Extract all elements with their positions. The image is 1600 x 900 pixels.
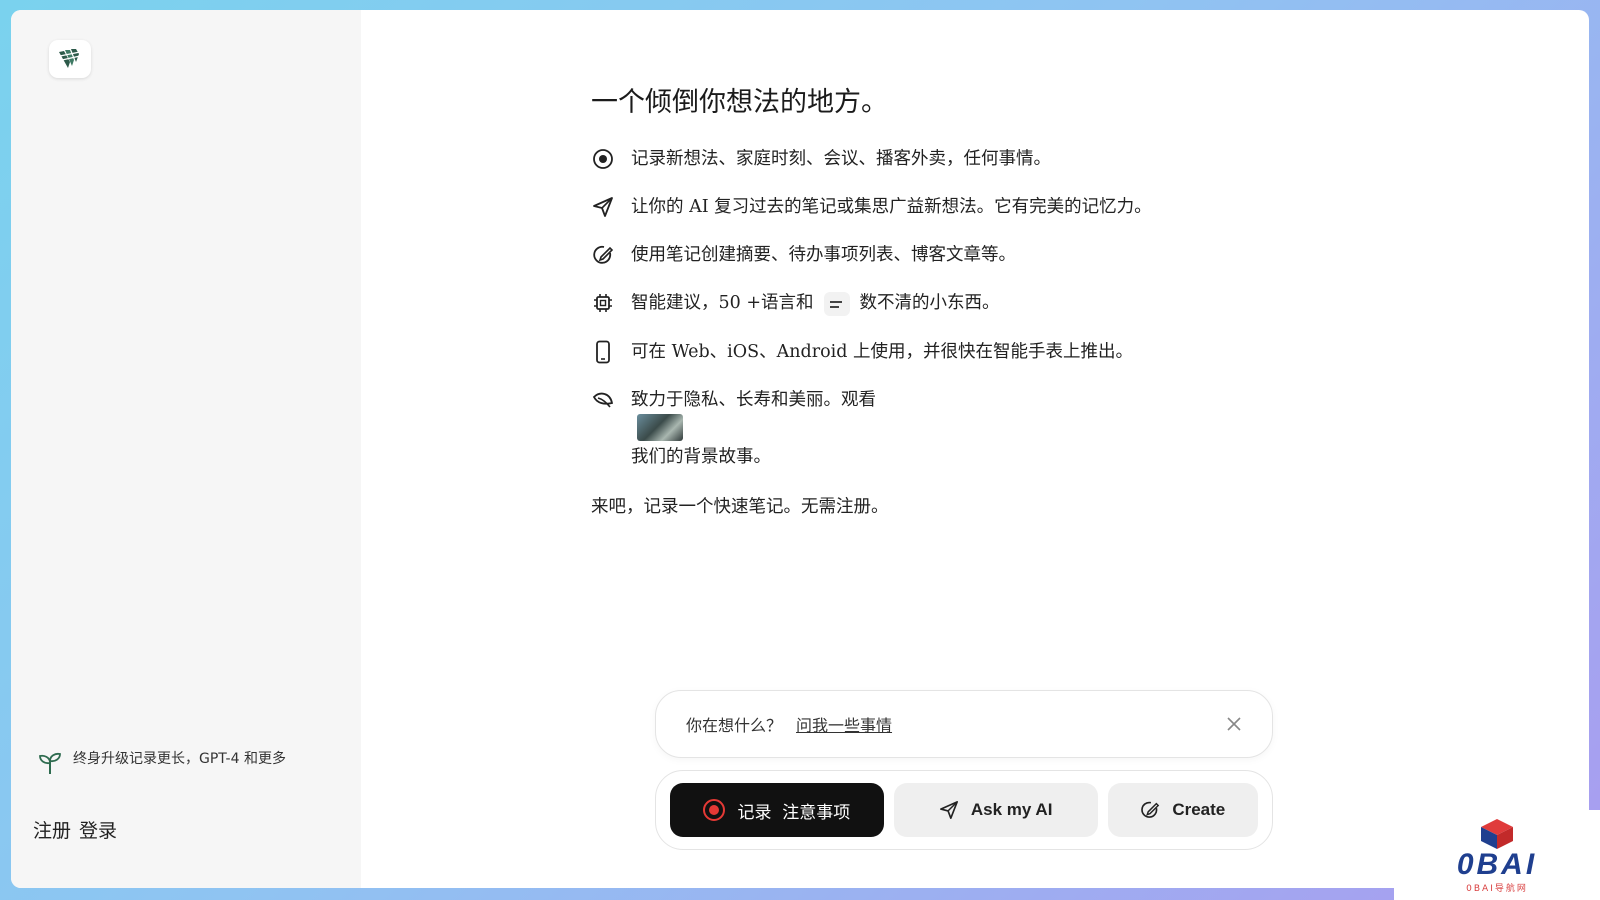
page-title: 一个倾倒你想法的地方。 xyxy=(591,87,888,118)
app-logo[interactable] xyxy=(49,40,91,78)
feature-text: 可在 Web、iOS、Android 上使用，并很快在智能手表上推出。 xyxy=(631,341,1133,362)
create-button[interactable]: Create xyxy=(1107,783,1258,837)
feature-text: 使用笔记创建摘要、待办事项列表、博客文章等。 xyxy=(631,245,1016,265)
feature-text-after: 我们的背景故事。 xyxy=(631,446,771,467)
record-icon xyxy=(703,799,726,821)
send-icon xyxy=(591,195,615,219)
feature-text: 让你的 AI 复习过去的笔记或集思广益新想法。它有完美的记忆力。 xyxy=(631,197,1152,217)
cpu-chip-icon xyxy=(591,291,615,315)
feature-text: 记录新想法、家庭时刻、会议、播客外卖，任何事情。 xyxy=(631,149,1051,169)
note-image xyxy=(823,291,850,316)
ask-ai-button[interactable]: Ask my AI xyxy=(893,783,1098,837)
feature-item: 智能建议，50 +语言和 数不清的小东西。 xyxy=(591,291,1291,316)
edit-circle-icon xyxy=(1141,801,1160,818)
feature-text-after: 数不清的小东西。 xyxy=(859,293,1000,313)
app-window: 终身升级记录更长，GPT-4 和更多 注册 登录 一个倾倒你想法的地方。 记录新… xyxy=(11,10,1589,888)
close-icon[interactable] xyxy=(1226,716,1242,732)
feature-item: 记录新想法、家庭时刻、会议、播客外卖，任何事情。 xyxy=(591,147,1291,171)
upgrade-banner[interactable]: 终身升级记录更长，GPT-4 和更多 xyxy=(37,750,327,776)
intro-content: 一个倾倒你想法的地方。 记录新想法、家庭时刻、会议、播客外卖，任何事情。 让你的… xyxy=(591,80,1291,518)
feature-item: 可在 Web、iOS、Android 上使用，并很快在智能手表上推出。 xyxy=(591,340,1291,364)
cube-logo-icon xyxy=(1481,818,1513,849)
watermark-subtitle: 0BAI导航网 xyxy=(1466,883,1528,894)
watermark: 0BAI 0BAI导航网 xyxy=(1394,810,1600,900)
ask-ai-label: Ask my AI xyxy=(970,800,1053,819)
feature-item: 让你的 AI 复习过去的笔记或集思广益新想法。它有完美的记忆力。 xyxy=(591,195,1291,219)
feature-item: 使用笔记创建摘要、待办事项列表、博客文章等。 xyxy=(591,243,1291,267)
feature-text-before: 智能建议，50 +语言和 xyxy=(631,293,814,313)
ask-me-link[interactable]: 问我一些事情 xyxy=(796,712,892,736)
signup-link[interactable]: 注册 xyxy=(33,816,71,843)
backstory-video-thumbnail[interactable] xyxy=(637,413,683,441)
sprout-icon xyxy=(39,752,61,774)
create-label: Create xyxy=(1172,800,1226,819)
watermark-brand: 0BAI xyxy=(1456,847,1538,881)
cta-text: 来吧，记录一个快速笔记。无需注册。 xyxy=(591,496,889,517)
feature-text: 致力于隐私、长寿和美丽。观看 我们的背景故事。 xyxy=(631,388,876,469)
feature-text-before: 致力于隐私、长寿和美丽。观看 xyxy=(631,389,876,410)
auth-links: 注册 登录 xyxy=(33,816,117,843)
record-button[interactable]: 记录 注意事项 xyxy=(670,783,884,837)
edit-circle-icon xyxy=(591,243,615,267)
prompt-question: 你在想什么？ xyxy=(686,716,783,735)
feature-text: 智能建议，50 +语言和 数不清的小东西。 xyxy=(631,291,1000,316)
main-panel: 一个倾倒你想法的地方。 记录新想法、家庭时刻、会议、播客外卖，任何事情。 让你的… xyxy=(361,10,1589,888)
login-link[interactable]: 登录 xyxy=(79,816,117,843)
sidebar: 终身升级记录更长，GPT-4 和更多 注册 登录 xyxy=(11,10,361,888)
leaf-icon xyxy=(591,388,615,412)
send-icon xyxy=(939,801,958,819)
record-circle-icon xyxy=(591,147,615,171)
action-bar: 记录 注意事项 Ask my AI Create xyxy=(655,770,1273,850)
upgrade-text: 终身升级记录更长，GPT-4 和更多 xyxy=(73,751,286,767)
record-label: 记录 注意事项 xyxy=(737,802,851,823)
logo-icon xyxy=(59,49,81,68)
prompt-suggestion: 你在想什么？ 问我一些事情 xyxy=(655,690,1273,758)
feature-item: 致力于隐私、长寿和美丽。观看 我们的背景故事。 xyxy=(591,388,1291,469)
phone-icon xyxy=(591,340,615,364)
